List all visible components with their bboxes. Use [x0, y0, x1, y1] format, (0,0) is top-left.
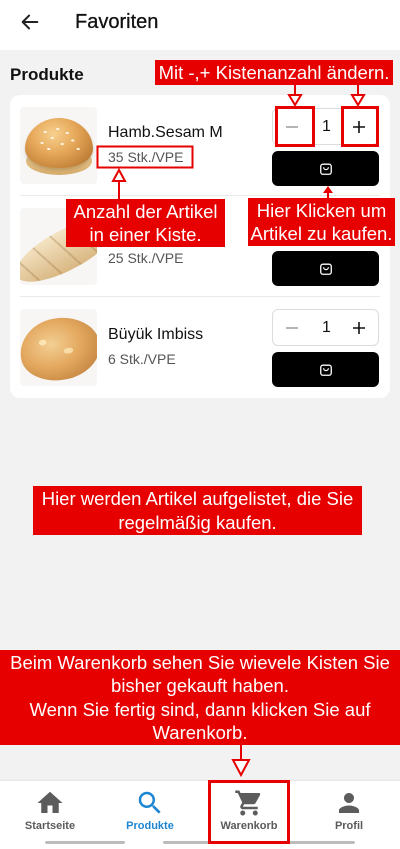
annotation-pack-size-hint: Anzahl der Artikel in einer Kiste. [66, 199, 225, 247]
cart-icon [235, 790, 261, 816]
back-button[interactable] [16, 8, 44, 36]
minus-icon [286, 125, 298, 128]
search-icon [138, 791, 161, 814]
product-pack-size: 6 Stk./VPE [108, 351, 176, 367]
tab-label: Produkte [126, 820, 174, 832]
buy-button[interactable] [272, 352, 379, 387]
shopping-bag-icon [319, 163, 332, 175]
quantity-stepper: 1 [272, 108, 379, 145]
tab-label: Profil [334, 820, 364, 832]
increase-button[interactable] [340, 310, 378, 345]
product-pack-size: 25 Stk./VPE [108, 250, 184, 266]
page-title: Favoriten [75, 11, 159, 33]
annotation-line: regelmäßig kaufen. [118, 511, 277, 533]
section-title: Produkte [10, 65, 84, 84]
annotation-list-hint: Hier werden Artikel aufgelistet, die Sie… [33, 486, 362, 535]
tab-label: Startseite [24, 820, 76, 832]
minus-icon [286, 326, 298, 329]
annotation-line: Beim Warenkorb sehen Sie wievele Kisten … [10, 651, 390, 673]
annotation-line: Artikel zu kaufen. [250, 223, 393, 244]
buy-button[interactable] [272, 151, 379, 186]
annotation-line: Hier Klicken um [256, 199, 387, 221]
cart-icon-path [235, 790, 261, 816]
annotation-line: Warenkorb. [152, 722, 248, 743]
tab-label: Warenkorb [220, 820, 278, 832]
annotation-line: Anzahl der Artikel [73, 200, 218, 222]
arrow-to-cart-tab [231, 745, 251, 778]
product-row: Büyük Imbiss 6 Stk./VPE 1 [10, 297, 390, 398]
shopping-bag-icon [319, 263, 332, 275]
tab-produkte[interactable]: Produkte [100, 781, 200, 839]
annotation-cart-hint: Beim Warenkorb sehen Sie wievele Kisten … [0, 650, 400, 745]
product-name: Büyük Imbiss [108, 326, 204, 343]
search-icon-path [138, 791, 161, 814]
annotation-line: bisher gekauft haben. [111, 675, 289, 696]
product-row: Hamb.Sesam M 35 Stk./VPE 1 [10, 95, 390, 196]
shopping-bag-icon [319, 364, 332, 376]
quantity-stepper: 1 [272, 309, 379, 346]
plus-icon [353, 120, 365, 133]
sesame-bun-shape [25, 118, 93, 168]
annotation-line: in einer Kiste. [89, 224, 202, 245]
annotation-line: Mit -,+ Kistenanzahl ändern. [158, 62, 390, 83]
annotation-line: Hier werden Artikel aufgelistet, die Sie [41, 488, 354, 509]
annotation-buy-hint: Hier Klicken um Artikel zu kaufen. [248, 198, 395, 246]
arrow-head [231, 759, 251, 778]
annotation-quantity-hint: Mit -,+ Kistenanzahl ändern. [155, 60, 393, 85]
annotation-line: Wenn Sie fertig sind, dann klicken Sie a… [29, 698, 371, 720]
shopping-bag-icon-handle [322, 266, 329, 270]
product-name: Hamb.Sesam M [108, 124, 223, 141]
product-pack-size: 35 Stk./VPE [108, 149, 184, 165]
plus-icon-path [353, 120, 365, 133]
shopping-bag-icon-handle [322, 166, 329, 170]
app-header: Favoriten [0, 0, 400, 50]
shopping-bag-icon-handle [322, 367, 329, 371]
gesture-bar [285, 841, 355, 844]
arrow-left-icon [21, 14, 39, 30]
plus-icon [353, 321, 365, 334]
tab-profil[interactable]: Profil [299, 781, 399, 839]
person-icon-path [339, 793, 359, 813]
quantity-value[interactable]: 1 [311, 310, 342, 345]
tab-startseite[interactable]: Startseite [0, 781, 100, 839]
person-icon [339, 793, 359, 813]
product-image [20, 309, 97, 386]
flatbread-shape [20, 311, 97, 386]
buy-button[interactable] [272, 251, 379, 286]
gesture-bar [163, 841, 243, 844]
arrow-left-icon-path [21, 14, 39, 30]
product-image [20, 107, 97, 184]
quantity-value[interactable]: 1 [311, 109, 342, 144]
gesture-bar [45, 841, 125, 844]
home-icon [37, 791, 63, 813]
plus-icon-path [353, 321, 365, 334]
increase-button[interactable] [340, 109, 378, 144]
tab-warenkorb[interactable]: Warenkorb [199, 781, 299, 839]
decrease-button[interactable] [273, 109, 311, 144]
home-icon-path [37, 791, 63, 813]
bottom-nav: Startseite Produkte Warenkorb Profil [0, 781, 400, 849]
decrease-button[interactable] [273, 310, 311, 345]
